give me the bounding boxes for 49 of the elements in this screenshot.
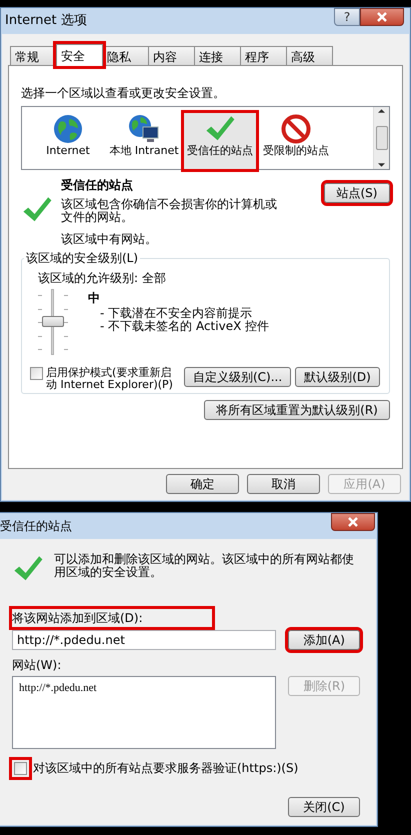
scroll-down-icon[interactable] bbox=[378, 163, 385, 167]
dialog-button[interactable]: 确定 bbox=[166, 474, 239, 494]
scroll-up-icon[interactable] bbox=[378, 109, 385, 113]
zone-title: 受信任的站点 bbox=[61, 177, 134, 194]
level-description: - 不下载未签名的 ActiveX 控件 bbox=[100, 320, 270, 333]
security-slider[interactable] bbox=[38, 289, 68, 355]
reset-all-button[interactable]: 将所有区域重置为默认级别(R) bbox=[204, 400, 390, 420]
no-entry-icon bbox=[280, 113, 312, 145]
sites-button[interactable]: 站点(S) bbox=[324, 183, 390, 203]
close-icon bbox=[347, 517, 359, 527]
tab[interactable]: 内容 bbox=[148, 46, 195, 66]
globe-icon bbox=[52, 113, 84, 145]
help-button[interactable]: ? bbox=[334, 8, 360, 26]
list-item[interactable]: http://*.pdedu.net bbox=[19, 680, 270, 696]
add-button[interactable]: 添加(A) bbox=[288, 630, 360, 650]
dialog-description: 可以添加和删除该区域的网站。该区域中的所有网站都使用区域的安全设置。 bbox=[54, 553, 354, 581]
dialog-button[interactable]: 取消 bbox=[247, 474, 320, 494]
checkbox-label: 对该区域中的所有站点要求服务器验证(https:)(S) bbox=[33, 760, 298, 777]
close-button[interactable] bbox=[331, 513, 375, 531]
zone-item[interactable]: 本地 Intranet bbox=[108, 113, 180, 169]
custom-level-button[interactable]: 自定义级别(C)... bbox=[184, 367, 292, 387]
checkbox-label: 启用保护模式(要求重新启动 Internet Explorer)(P) bbox=[46, 367, 174, 391]
tab[interactable]: 高级 bbox=[286, 46, 333, 66]
allowed-level: 该区域的允许级别: 全部 bbox=[38, 270, 167, 287]
close-icon bbox=[376, 12, 388, 22]
default-level-button[interactable]: 默认级别(D) bbox=[295, 367, 380, 387]
close-dialog-button[interactable]: 关闭(C) bbox=[288, 797, 360, 817]
zone-description: 该区域包含你确信不会损害你的计算机或文件的网站。 bbox=[61, 198, 278, 224]
field-label: 将该网站添加到区域(D): bbox=[12, 609, 212, 627]
scrollbar[interactable] bbox=[373, 107, 389, 169]
close-button[interactable] bbox=[360, 8, 404, 26]
level-name: 中 bbox=[88, 290, 101, 307]
checkbox[interactable] bbox=[30, 367, 43, 380]
level-description: - 下载潜在不安全内容前提示 bbox=[100, 307, 254, 320]
zone-item[interactable]: Internet bbox=[32, 113, 104, 169]
tab[interactable]: 安全 bbox=[56, 44, 103, 66]
zone-prompt: 选择一个区域以查看或更改安全设置。 bbox=[21, 85, 226, 102]
window-title: 受信任的站点 bbox=[0, 518, 72, 535]
list-label: 网站(W): bbox=[12, 657, 62, 674]
tab[interactable]: 连接 bbox=[194, 46, 241, 66]
zone-note: 该区域中有网站。 bbox=[61, 231, 158, 248]
tab[interactable]: 程序 bbox=[240, 46, 287, 66]
zone-item[interactable]: 受信任的站点 bbox=[184, 113, 256, 169]
group-legend: 该区域的安全级别(L) bbox=[24, 251, 140, 265]
window-title: Internet 选项 bbox=[5, 12, 87, 30]
url-input-field[interactable]: http://*.pdedu.net bbox=[12, 630, 276, 650]
globe-monitor-icon bbox=[128, 113, 160, 145]
slider-thumb[interactable] bbox=[42, 316, 64, 327]
zone-item[interactable]: 受限制的站点 bbox=[260, 113, 332, 169]
